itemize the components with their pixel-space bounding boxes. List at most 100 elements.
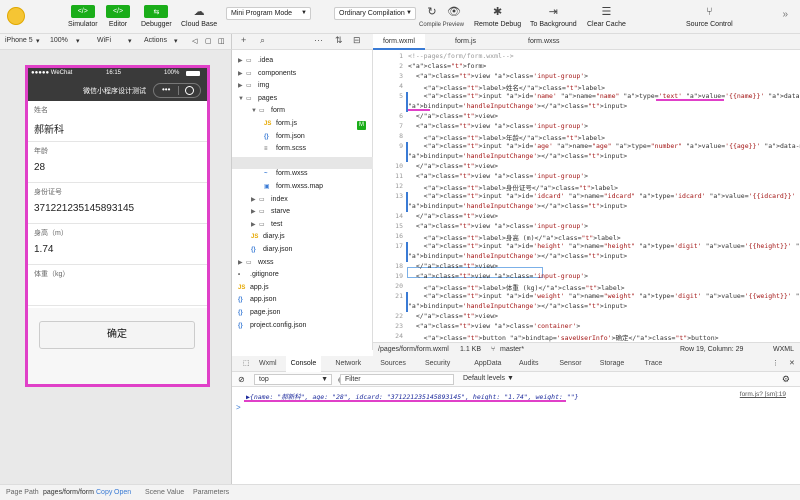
tree-item[interactable]: ▼ ▭ pages (238, 95, 277, 107)
tree-item[interactable]: {} page.json (238, 309, 280, 321)
chevron-right-icon[interactable]: ▶ (238, 82, 246, 89)
code-line[interactable]: <"a">class="t">label>体重 (kg)</"a">class=… (408, 282, 625, 292)
code-line[interactable]: <"a">class="t">view "a">class='input-gro… (408, 272, 588, 280)
idcard-field[interactable]: 身份证号 371221235145893145 (28, 183, 207, 224)
tree-item[interactable]: {} diary.json (251, 246, 292, 258)
compile-mode-select[interactable]: Ordinary Compilation ▼ (334, 7, 416, 20)
code-line[interactable]: "a">bindinput='handleInputChange'></"a">… (408, 302, 627, 310)
chevron-right-icon[interactable]: ▶ (238, 70, 246, 77)
inspect-icon[interactable]: ⬚ (238, 356, 255, 372)
refresh-button[interactable]: ↻ (420, 5, 444, 18)
expand-arrows-icon[interactable]: » (782, 9, 788, 20)
code-line[interactable]: <"a">class="t">view "a">class='container… (408, 322, 580, 330)
confirm-button[interactable]: 确定 (39, 321, 195, 349)
name-field[interactable]: 姓名 郝新科 (28, 101, 207, 142)
height-input[interactable]: 1.74 (34, 244, 207, 255)
age-input[interactable]: 28 (34, 162, 207, 173)
tree-item[interactable]: ▶ ▭ index (251, 196, 288, 208)
name-input[interactable]: 郝新科 (34, 121, 207, 136)
code-line[interactable]: <!--pages/form/form.wxml--> (408, 52, 514, 60)
tree-item[interactable]: {} form.json (264, 133, 305, 145)
code-line[interactable]: </"a">class="t">view> (408, 112, 498, 120)
sort-icon[interactable]: ⇅ (335, 35, 343, 46)
open-link[interactable]: Open (114, 489, 131, 496)
code-line[interactable]: </"a">class="t">view> (408, 212, 498, 220)
editor-button[interactable]: </> Editor (106, 5, 130, 28)
chevron-right-icon[interactable]: ▶ (251, 196, 259, 203)
tree-item[interactable]: {} app.json (238, 296, 276, 308)
chevron-right-icon[interactable]: ▶ (238, 57, 246, 64)
code-line[interactable]: <"a">class="t">view "a">class='input-gro… (408, 72, 588, 80)
chevron-right-icon[interactable]: ▶ (251, 208, 259, 215)
code-line[interactable]: <"a">class="t">button "a">bindtap='saveU… (408, 332, 719, 342)
gear-icon[interactable]: ⚙ (782, 374, 790, 385)
tree-item[interactable]: ▶ ▭ components (238, 70, 296, 82)
age-field[interactable]: 年龄 28 (28, 142, 207, 183)
tree-item[interactable]: ≡ form.scss (264, 145, 306, 157)
weight-field[interactable]: 体重（kg） (28, 265, 207, 306)
volume-icon[interactable]: ◁ (192, 37, 197, 45)
window-icon[interactable]: ▢ (205, 37, 212, 45)
device-select[interactable]: iPhone 5 (5, 37, 33, 44)
tree-item[interactable]: ▣ form.wxss.map (264, 183, 323, 195)
cloud-base-button[interactable]: ☁ Cloud Base (181, 5, 217, 28)
more-dots-icon[interactable]: ••• (162, 85, 170, 94)
source-control-button[interactable]: ⑂ Source Control (686, 5, 733, 29)
tree-item[interactable]: JS diary.js (251, 233, 285, 245)
mode-select[interactable]: Mini Program Mode ▼ (226, 7, 311, 20)
chevron-right-icon[interactable]: ▶ (251, 221, 259, 228)
code-editor[interactable]: 1 2 3 4 5 6 7 8 9 10 11 12 13 14 15 16 17 18 19 20 21 22 23 24 … (373, 50, 800, 342)
levels-select[interactable]: Default levels ▼ (463, 375, 514, 382)
console-prompt[interactable]: > (236, 403, 241, 412)
tab-security[interactable]: Security (420, 356, 455, 372)
tab-sensor[interactable]: Sensor (554, 356, 586, 372)
add-icon[interactable]: + (241, 35, 246, 45)
to-background-button[interactable]: ⇥ To Background (530, 5, 577, 28)
more-vertical-icon[interactable]: ⋮ (767, 356, 784, 372)
layout-icon[interactable]: ◫ (218, 37, 225, 45)
actions-select[interactable]: Actions (144, 37, 167, 44)
tree-item[interactable]: ▶ ▭ wxss (238, 259, 274, 271)
code-line[interactable]: <"a">class="t">input "a">id='idcard' "a"… (408, 192, 800, 200)
capsule-menu[interactable]: ••• (153, 83, 201, 98)
close-circle-icon[interactable] (185, 86, 194, 95)
code-line[interactable]: "a">bindinput='handleInputChange'></"a">… (408, 252, 627, 260)
code-line[interactable]: "a">bindinput='handleInputChange'></"a">… (408, 102, 627, 110)
tab-storage[interactable]: Storage (595, 356, 630, 372)
tree-item[interactable]: ▶ ▭ starve (251, 208, 290, 220)
tree-item[interactable]: ▼ ▭ form (251, 107, 285, 119)
tree-item[interactable]: ▶ ▭ .idea (238, 57, 273, 69)
close-icon[interactable]: ✕ (784, 356, 800, 372)
code-line[interactable]: <"a">class="t">view "a">class='input-gro… (408, 122, 588, 130)
remote-debug-button[interactable]: ✱ Remote Debug (474, 5, 521, 28)
tab-form-wxss[interactable]: form.wxss (518, 34, 570, 50)
code-line[interactable]: <"a">class="t">view "a">class='input-gro… (408, 172, 588, 180)
tree-item[interactable]: ~ form.wxss (264, 170, 308, 182)
clear-console-icon[interactable]: ⊘ (238, 375, 245, 384)
network-select[interactable]: WiFi (97, 37, 111, 44)
tab-form-wxml[interactable]: form.wxml (373, 34, 425, 50)
more-icon[interactable]: ··· (314, 35, 323, 45)
zoom-select[interactable]: 100% (50, 37, 68, 44)
code-line[interactable]: </"a">class="t">view> (408, 312, 498, 320)
chevron-down-icon[interactable]: ▼ (251, 108, 259, 114)
code-line[interactable]: <"a">class="t">label>身份证号</"a">class="t"… (408, 182, 618, 192)
code-line[interactable]: "a">bindinput='handleInputChange'></"a">… (408, 202, 627, 210)
height-field[interactable]: 身高（m） 1.74 (28, 224, 207, 265)
search-icon[interactable]: ⌕ (260, 35, 265, 46)
tab-network[interactable]: Network (330, 356, 366, 372)
chevron-down-icon[interactable]: ▼ (238, 96, 246, 102)
console-output[interactable]: ▶{name: "郝新科", age: "28", idcard: "37122… (232, 387, 800, 484)
context-select[interactable]: top ▼ (254, 374, 332, 385)
scene-value-tab[interactable]: Scene Value (145, 489, 184, 496)
parameters-tab[interactable]: Parameters (193, 489, 229, 496)
language-mode[interactable]: WXML (773, 346, 794, 353)
tree-item[interactable]: ▶ ▭ img (238, 82, 269, 94)
code-line[interactable]: <"a">class="t">label>姓名</"a">class="t">l… (408, 82, 605, 92)
code-line[interactable]: "a">bindinput='handleInputChange'></"a">… (408, 152, 627, 160)
idcard-input[interactable]: 371221235145893145 (34, 203, 207, 214)
tree-item[interactable]: ▶ ▭ test (251, 221, 282, 233)
simulator-button[interactable]: </> Simulator (68, 5, 98, 28)
code-line[interactable]: <"a">class="t">label>身高 (m)</"a">class="… (408, 232, 621, 242)
tab-sources[interactable]: Sources (375, 356, 411, 372)
